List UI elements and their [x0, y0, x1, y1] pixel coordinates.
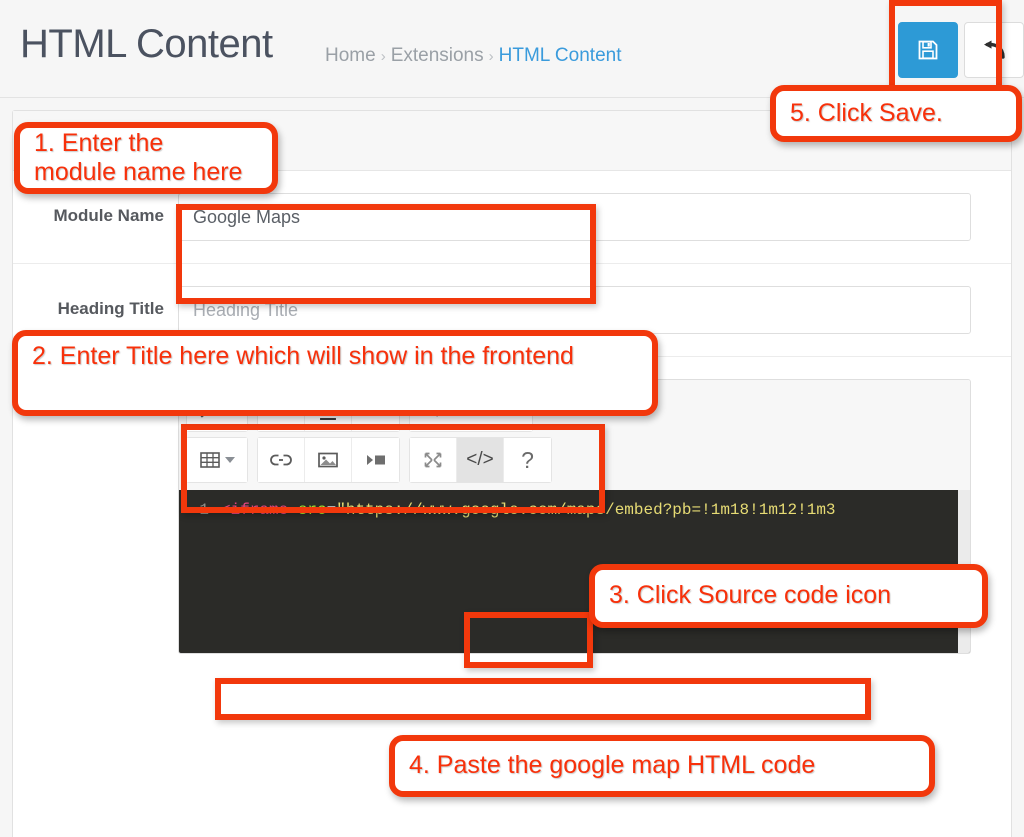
heading-title-label: Heading Title [57, 299, 164, 318]
highlight-heading-title [181, 424, 605, 513]
breadcrumb-separator: › [488, 48, 494, 65]
breadcrumb-item-extensions[interactable]: Extensions [391, 45, 484, 66]
highlight-save-button [889, 0, 1002, 92]
module-name-label: Module Name [53, 206, 164, 225]
callout-step-4: 4. Paste the google map HTML code [389, 735, 935, 797]
breadcrumb: Home › Extensions › HTML Content [325, 45, 621, 67]
callout-step-2: 2. Enter Title here which will show in t… [12, 330, 658, 416]
callout-step-3: 3. Click Source code icon [589, 564, 988, 628]
highlight-module-name [176, 204, 596, 304]
highlight-code-line [215, 678, 871, 720]
highlight-source-code-button [464, 612, 593, 668]
page-header: HTML Content Home › Extensions › HTML Conten… [0, 0, 1024, 98]
page-title: HTML Content [20, 22, 273, 66]
callout-step-5: 5. Click Save. [770, 85, 1022, 142]
screenshot-root: HTML Content Home › Extensions › HTML Conten… [0, 0, 1024, 837]
breadcrumb-separator: › [380, 48, 386, 65]
callout-step-1: 1. Enter the module name here [14, 122, 278, 194]
breadcrumb-item-home[interactable]: Home [325, 45, 376, 66]
breadcrumb-item-html-content[interactable]: HTML Content [499, 45, 622, 66]
